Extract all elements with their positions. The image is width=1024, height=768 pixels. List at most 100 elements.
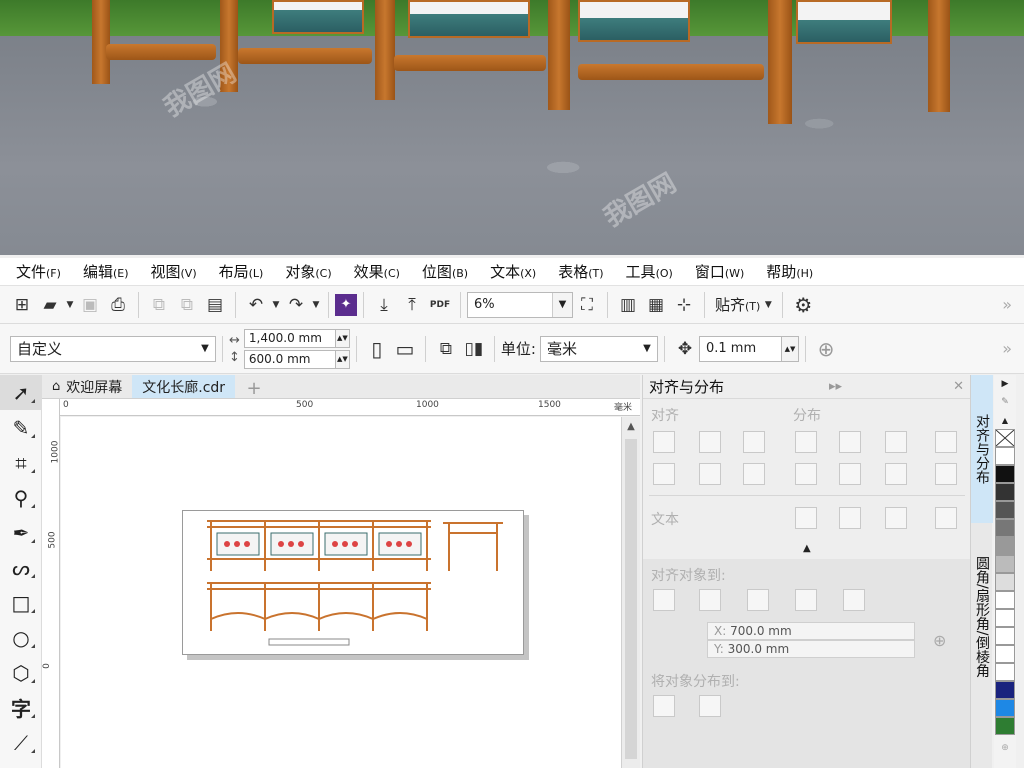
tab-document[interactable]: 文化长廊.cdr bbox=[132, 375, 236, 398]
palette-scroll-icon[interactable]: ▶ bbox=[994, 375, 1016, 393]
menu-bitmaps[interactable]: 位图(B) bbox=[422, 261, 468, 282]
text-first-baseline-icon[interactable] bbox=[795, 507, 817, 529]
menu-effects[interactable]: 效果(C) bbox=[354, 261, 400, 282]
close-icon[interactable]: ✕ bbox=[953, 379, 964, 394]
full-screen-preview-icon[interactable]: ⛶ bbox=[573, 291, 601, 319]
chevron-down-icon[interactable]: ▼ bbox=[270, 291, 282, 319]
distribute-to-page-icon[interactable] bbox=[699, 695, 721, 717]
paste-icon[interactable]: ▤ bbox=[201, 291, 229, 319]
zoom-level-select[interactable]: 6% ▼ bbox=[467, 291, 573, 318]
distribute-spacing-h-icon[interactable] bbox=[885, 431, 907, 453]
distribute-top-icon[interactable] bbox=[795, 463, 817, 485]
artistic-media-tool-icon[interactable]: ᔕ bbox=[0, 550, 42, 585]
new-tab-icon[interactable]: + bbox=[243, 378, 265, 399]
publish-pdf-icon[interactable]: PDF bbox=[426, 291, 454, 319]
align-center-h-icon[interactable] bbox=[699, 431, 721, 453]
current-page-icon[interactable]: ▯▮ bbox=[460, 335, 488, 363]
color-swatch[interactable] bbox=[995, 519, 1015, 537]
add-color-icon[interactable]: ⊕ bbox=[994, 739, 1016, 757]
menu-file[interactable]: 文件(F) bbox=[16, 261, 61, 282]
align-to-active-objects-icon[interactable] bbox=[653, 589, 675, 611]
color-swatch[interactable] bbox=[995, 573, 1015, 591]
tab-welcome-screen[interactable]: ⌂ 欢迎屏幕 bbox=[42, 375, 133, 398]
distribute-spacing-v-icon[interactable] bbox=[885, 463, 907, 485]
color-swatch[interactable] bbox=[995, 483, 1015, 501]
import-icon[interactable]: ⤓ bbox=[370, 291, 398, 319]
crop-tool-icon[interactable]: ⌗ bbox=[0, 445, 42, 480]
text-tool-icon[interactable]: 字 bbox=[0, 690, 42, 725]
redo-icon[interactable]: ↷ bbox=[282, 291, 310, 319]
snap-to-button[interactable]: 贴齐(T) bbox=[715, 294, 760, 315]
show-rulers-icon[interactable]: ▥ bbox=[614, 291, 642, 319]
toolbar-overflow-icon[interactable]: » bbox=[1002, 295, 1012, 314]
text-bbox-icon[interactable] bbox=[885, 507, 907, 529]
align-to-point-icon[interactable] bbox=[843, 589, 865, 611]
color-swatch[interactable] bbox=[995, 465, 1015, 483]
drawing-page[interactable] bbox=[182, 510, 524, 655]
rectangle-tool-icon[interactable]: □ bbox=[0, 585, 42, 620]
page-width-spinner[interactable]: ▲▼ bbox=[335, 328, 350, 348]
eyedropper-icon[interactable]: ✎ bbox=[994, 393, 1016, 411]
text-outline-icon[interactable] bbox=[935, 507, 957, 529]
distribute-right-icon[interactable] bbox=[935, 431, 957, 453]
text-last-baseline-icon[interactable] bbox=[839, 507, 861, 529]
units-select[interactable]: 毫米 ▼ bbox=[539, 335, 658, 362]
ellipse-tool-icon[interactable]: ○ bbox=[0, 620, 42, 655]
scroll-thumb[interactable] bbox=[625, 439, 637, 759]
print-icon[interactable]: ⎙ bbox=[104, 291, 132, 319]
menu-view[interactable]: 视图(V) bbox=[151, 261, 197, 282]
vertical-scrollbar[interactable]: ▲ bbox=[621, 417, 640, 768]
color-swatch[interactable] bbox=[995, 681, 1015, 699]
save-icon[interactable]: ▣ bbox=[76, 291, 104, 319]
chevron-down-icon[interactable]: ▼ bbox=[310, 291, 322, 319]
distribute-center-v-icon[interactable] bbox=[839, 463, 861, 485]
portrait-icon[interactable]: ▯ bbox=[363, 335, 391, 363]
freehand-tool-icon[interactable]: ✒ bbox=[0, 515, 42, 550]
color-swatch[interactable] bbox=[995, 699, 1015, 717]
toolbar-overflow-icon[interactable]: » bbox=[1002, 339, 1012, 358]
color-swatch[interactable] bbox=[995, 447, 1015, 465]
color-swatch[interactable] bbox=[995, 537, 1015, 555]
page-width-field[interactable]: 1,400.0 mm bbox=[243, 328, 336, 348]
copy-icon[interactable]: ⧉ bbox=[173, 291, 201, 319]
align-left-icon[interactable] bbox=[653, 431, 675, 453]
drawing-canvas[interactable] bbox=[61, 417, 621, 768]
docker-collapse-icon[interactable]: ▸▸ bbox=[829, 379, 842, 394]
distribute-to-selection-icon[interactable] bbox=[653, 695, 675, 717]
scroll-up-icon[interactable]: ▲ bbox=[622, 417, 640, 435]
color-swatch[interactable] bbox=[995, 591, 1015, 609]
zoom-tool-icon[interactable]: ⚲ bbox=[0, 480, 42, 515]
add-page-icon[interactable]: ⊕ bbox=[812, 335, 840, 363]
chevron-down-icon[interactable]: ▼ bbox=[64, 291, 76, 319]
horizontal-ruler[interactable]: 0 500 1000 1500 毫米 bbox=[60, 399, 640, 416]
menu-edit[interactable]: 编辑(E) bbox=[83, 261, 129, 282]
no-color-swatch[interactable] bbox=[995, 429, 1015, 447]
corel-connect-icon[interactable]: ✦ bbox=[335, 293, 357, 316]
align-center-v-icon[interactable] bbox=[699, 463, 721, 485]
polygon-tool-icon[interactable]: ⬡ bbox=[0, 655, 42, 690]
cut-icon[interactable]: ⧉ bbox=[145, 291, 173, 319]
pick-point-icon[interactable]: ⊕ bbox=[933, 631, 946, 650]
page-height-field[interactable]: 600.0 mm bbox=[243, 349, 336, 369]
color-swatch[interactable] bbox=[995, 501, 1015, 519]
docker-tab-align[interactable]: 对齐与分布 bbox=[971, 375, 993, 523]
color-swatch[interactable] bbox=[995, 609, 1015, 627]
align-to-page-edge-icon[interactable] bbox=[699, 589, 721, 611]
menu-layout[interactable]: 布局(L) bbox=[219, 261, 264, 282]
vertical-ruler[interactable]: 1000 500 0 bbox=[42, 399, 60, 768]
landscape-icon[interactable]: ▭ bbox=[391, 335, 419, 363]
menu-window[interactable]: 窗口(W) bbox=[695, 261, 744, 282]
corridor-drawing[interactable] bbox=[183, 511, 525, 656]
pick-tool-icon[interactable]: ➚ bbox=[0, 375, 42, 410]
export-icon[interactable]: ⤒ bbox=[398, 291, 426, 319]
color-swatch[interactable] bbox=[995, 645, 1015, 663]
color-swatch[interactable] bbox=[995, 555, 1015, 573]
distribute-center-h-icon[interactable] bbox=[839, 431, 861, 453]
chevron-down-icon[interactable]: ▼ bbox=[760, 291, 776, 319]
menu-text[interactable]: 文本(X) bbox=[490, 261, 536, 282]
align-bottom-icon[interactable] bbox=[743, 463, 765, 485]
color-swatch[interactable] bbox=[995, 663, 1015, 681]
distribute-bottom-icon[interactable] bbox=[935, 463, 957, 485]
new-document-icon[interactable]: ⊞ bbox=[8, 291, 36, 319]
align-right-icon[interactable] bbox=[743, 431, 765, 453]
